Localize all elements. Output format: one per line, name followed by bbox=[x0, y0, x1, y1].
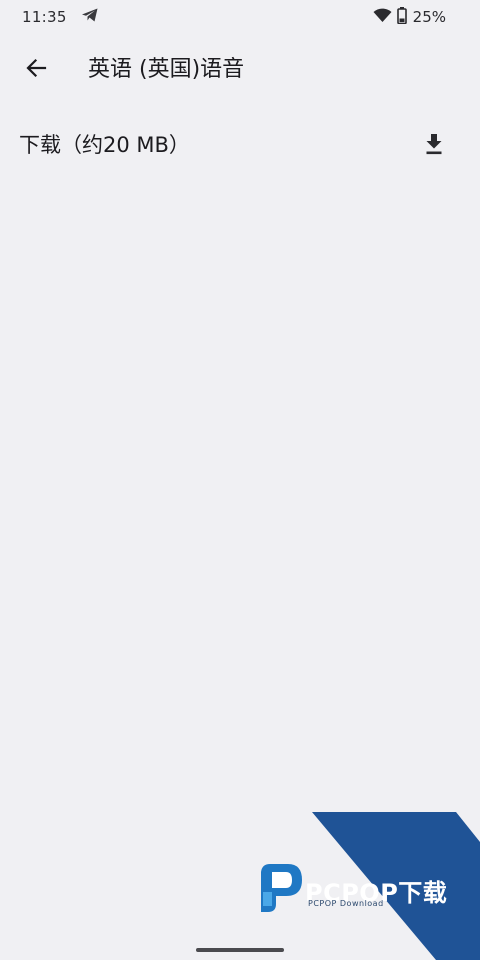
status-left: 11:35 bbox=[22, 7, 99, 27]
telegram-icon bbox=[81, 7, 99, 27]
page-title: 英语 (英国)语音 bbox=[88, 57, 245, 82]
watermark-subtext: PCPOP Download bbox=[308, 899, 384, 908]
back-button[interactable] bbox=[14, 48, 58, 92]
arrow-left-icon bbox=[25, 57, 47, 83]
status-bar: 11:35 25% bbox=[0, 0, 480, 34]
gesture-nav-handle[interactable] bbox=[196, 948, 284, 952]
status-right: 25% bbox=[373, 6, 446, 28]
battery-percent: 25% bbox=[412, 8, 446, 26]
app-bar: 英语 (英国)语音 bbox=[0, 42, 480, 98]
download-list-item[interactable]: 下载（约20 MB） bbox=[0, 120, 480, 172]
download-icon bbox=[424, 133, 444, 159]
status-time: 11:35 bbox=[22, 8, 67, 26]
wifi-icon bbox=[373, 8, 392, 27]
download-label: 下载（约20 MB） bbox=[19, 133, 190, 157]
pcpop-logo-icon bbox=[261, 864, 302, 912]
battery-icon bbox=[396, 6, 407, 28]
download-button[interactable] bbox=[412, 124, 456, 168]
